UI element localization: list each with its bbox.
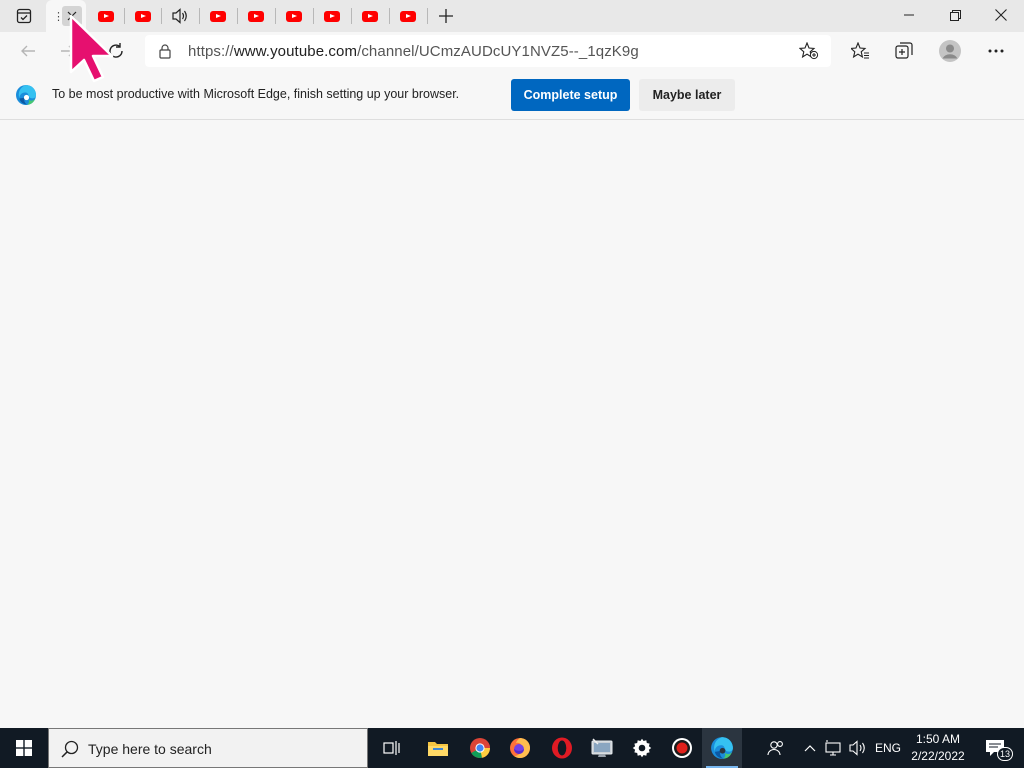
avatar-icon [939,40,961,62]
restore-button[interactable] [932,0,978,30]
settings-menu-button[interactable] [980,35,1012,67]
search-placeholder: Type here to search [88,741,212,757]
url-host: www.youtube.com [233,43,358,60]
taskbar-file-explorer[interactable] [418,728,458,768]
taskbar-recorder[interactable] [662,728,702,768]
notification-count-badge: 13 [997,747,1013,761]
mouse-cursor-icon [69,14,114,83]
back-button[interactable] [12,35,44,67]
task-view-icon [383,741,400,755]
clock-date: 2/22/2022 [911,749,965,763]
star-add-icon [799,42,819,60]
people-icon [767,741,783,756]
maybe-later-button[interactable]: Maybe later [639,79,735,111]
folder-icon [428,742,448,756]
windows-logo-icon [16,740,32,756]
notification-center-button[interactable]: 13 [978,728,1013,768]
record-icon [672,738,692,758]
youtube-icon [135,10,151,22]
speaker-icon [172,8,187,24]
url-path: /channel/UCmzAUDcUY1NVZ5--_1qzK9g [357,43,639,60]
edge-logo-icon [16,85,36,105]
youtube-icon [248,10,264,22]
tab-audio[interactable] [162,0,198,32]
infobar-message: To be most productive with Microsoft Edg… [52,87,460,101]
edge-icon [711,737,733,759]
taskbar-computer-app[interactable] [582,728,622,768]
taskbar-search-box[interactable]: Type here to search [48,728,368,768]
restore-icon [949,9,961,21]
windows-taskbar: Type here to search ENG 1:50 AM 2/22/202… [0,728,1024,768]
lock-icon [159,44,171,59]
address-bar[interactable]: https://www.youtube.com/channel/UCmzAUDc… [145,35,831,67]
tab-youtube[interactable] [276,0,312,32]
complete-setup-button[interactable]: Complete setup [511,79,630,111]
firefox-icon [510,738,530,758]
new-tab-button[interactable] [432,0,460,32]
favorites-button[interactable] [844,35,876,67]
task-view-button[interactable] [372,728,412,768]
tab-youtube[interactable] [125,0,161,32]
more-icon [988,49,1004,53]
input-language-button[interactable]: ENG [872,728,904,768]
start-button[interactable] [0,728,48,768]
youtube-icon [362,10,378,22]
taskbar-settings[interactable] [622,728,662,768]
favorites-icon [851,42,869,59]
profile-button[interactable] [934,35,966,67]
network-icon [825,740,841,756]
youtube-icon [400,10,416,22]
close-icon [995,9,1007,21]
url-text[interactable]: https://www.youtube.com/channel/UCmzAUDc… [188,43,639,60]
tab-youtube[interactable] [238,0,274,32]
taskbar-edge[interactable] [702,728,742,768]
tab-youtube[interactable] [200,0,236,32]
browser-toolbar: https://www.youtube.com/channel/UCmzAUDc… [0,32,1024,70]
chevron-up-icon [804,745,816,752]
volume-button[interactable] [846,728,870,768]
minimize-button[interactable] [886,0,932,30]
page-content [0,121,1024,728]
url-scheme: https:// [188,43,234,60]
youtube-icon [210,10,226,22]
setup-infobar: To be most productive with Microsoft Edg… [0,70,1024,120]
taskbar-firefox[interactable] [500,728,540,768]
add-favorite-button[interactable] [797,41,821,61]
tab-strip: ⋮ [0,0,1024,32]
tab-actions-icon [16,8,32,24]
clock-time: 1:50 AM [915,732,961,746]
tab-youtube[interactable] [352,0,388,32]
show-hidden-icons-button[interactable] [800,728,820,768]
tab-actions-button[interactable] [8,4,40,28]
tab-separator [427,8,428,24]
computer-icon [591,738,613,757]
people-button[interactable] [762,728,790,768]
volume-icon [849,740,865,756]
collections-icon [895,42,913,59]
opera-icon [552,737,572,759]
collections-button[interactable] [888,35,920,67]
plus-icon [439,9,453,23]
chrome-icon [470,738,491,759]
taskbar-chrome[interactable] [460,728,500,768]
close-window-button[interactable] [978,0,1024,30]
minimize-icon [904,14,914,16]
arrow-left-icon [21,45,35,57]
search-icon [61,740,79,758]
youtube-icon [324,10,340,22]
gear-icon [632,738,652,758]
taskbar-opera[interactable] [542,728,582,768]
clock[interactable]: 1:50 AM 2/22/2022 [906,731,970,765]
youtube-icon [286,10,302,22]
tab-youtube[interactable] [314,0,350,32]
tab-youtube[interactable] [390,0,426,32]
network-button[interactable] [822,728,846,768]
